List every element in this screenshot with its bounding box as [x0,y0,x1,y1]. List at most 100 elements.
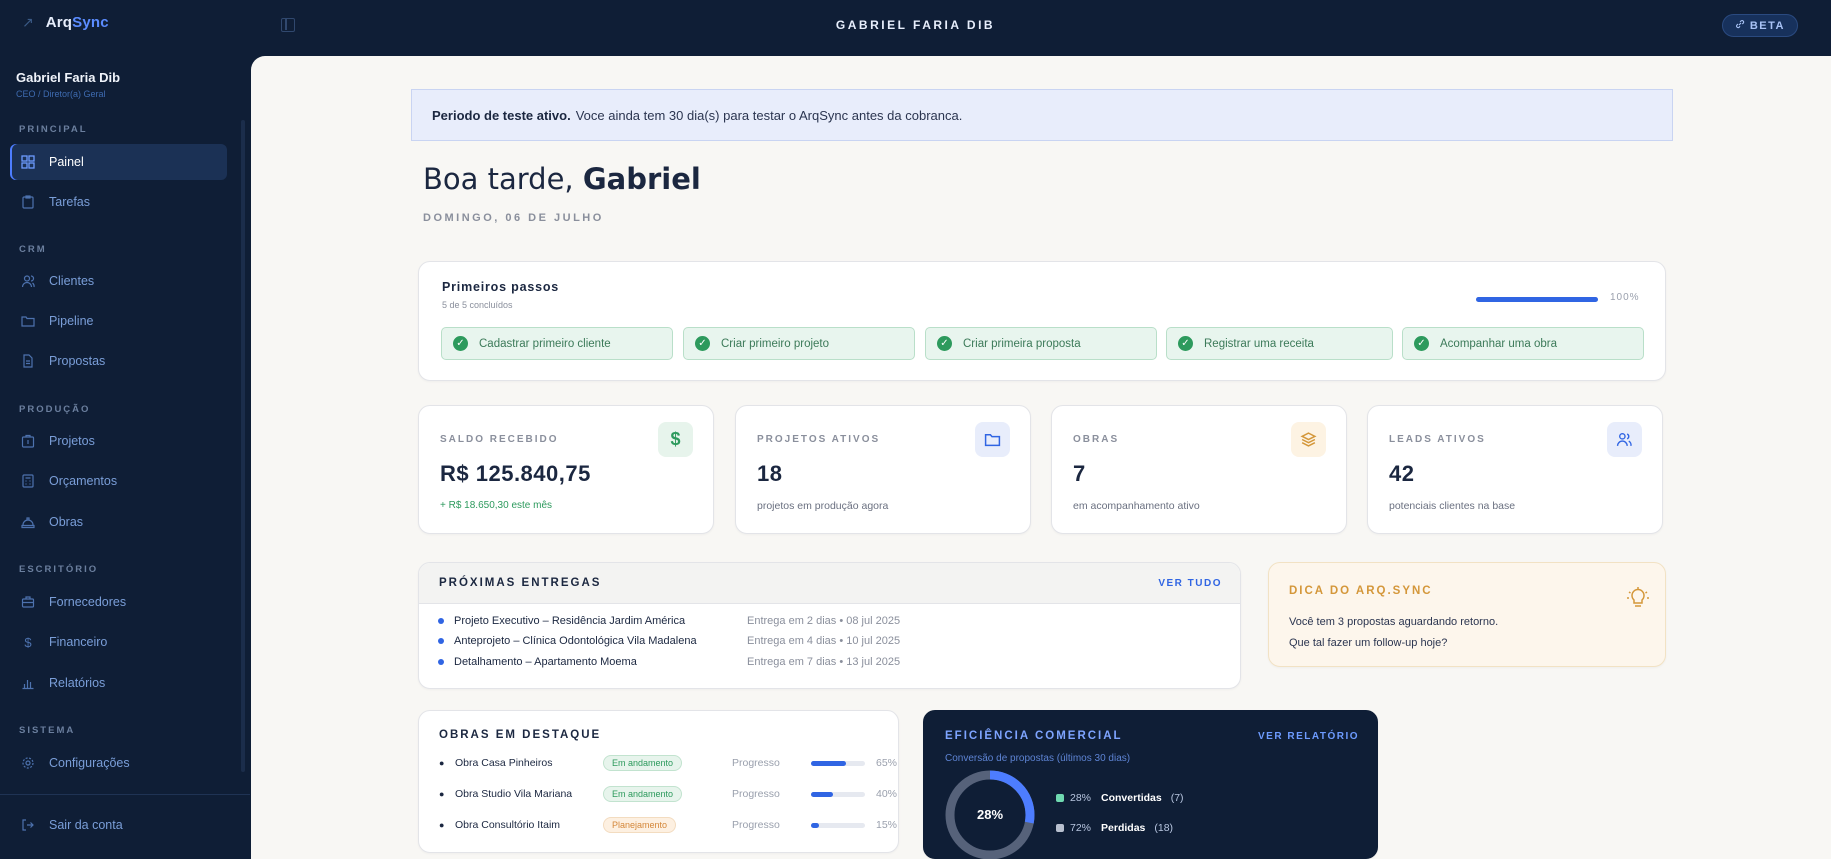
beta-badge[interactable]: BETA [1721,14,1798,37]
stat-card-projetos[interactable]: PROJETOS ATIVOS 18 projetos em produção … [735,405,1031,534]
tip-line: Você tem 3 propostas aguardando retorno. [1289,616,1499,628]
link-icon [1735,19,1745,32]
progress-fill [811,791,833,797]
onboarding-card: Primeiros passos 5 de 5 concluídos 100% … [418,261,1666,381]
legend-pct: 28% [1070,792,1092,804]
stat-sub: potenciais clientes na base [1389,500,1516,512]
check-icon: ✓ [1178,336,1193,351]
progress-value: 65% [876,757,898,769]
progress-fill [811,822,820,828]
legend-lost: 72% Perdidas (18) [1056,822,1173,834]
onboarding-step[interactable]: ✓ Cadastrar primeiro cliente [441,327,673,360]
sidebar-item-clientes[interactable]: Clientes [10,263,227,299]
stat-label: PROJETOS ATIVOS [757,434,881,445]
stat-card-saldo[interactable]: SALDO RECEBIDO R$ 125.840,75 + R$ 18.650… [418,405,714,534]
sidebar-item-label: Configurações [49,756,130,770]
bullet-dot [438,638,444,644]
hardhat-icon: ● [439,758,445,768]
sidebar-item-label: Fornecedores [49,595,127,609]
stat-value: 42 [1389,461,1415,486]
lightbulb-icon [1625,585,1651,616]
legend-pct: 72% [1070,822,1092,834]
folder-chart-icon [20,313,36,329]
work-name: Obra Consultório Itaim [455,819,561,831]
stat-value: 18 [757,461,783,486]
onboarding-step[interactable]: ✓ Criar primeiro projeto [683,327,915,360]
user-name: Gabriel Faria Dib [16,70,121,85]
beta-label: BETA [1749,19,1785,32]
efficiency-title: EFICIÊNCIA COMERCIAL [945,730,1123,742]
deliveries-title: PRÓXIMAS ENTREGAS [439,577,602,589]
clipboard-icon [20,194,36,210]
logout-button[interactable]: Sair da conta [10,807,227,843]
work-row[interactable]: ● Obra Casa Pinheiros Em andamento Progr… [439,754,897,772]
hardhat-icon [20,514,36,530]
bar-chart-icon [20,675,36,691]
sidebar-item-orcamentos[interactable]: Orçamentos [10,463,227,499]
logout-label: Sair da conta [49,818,123,832]
delivery-row[interactable]: Detalhamento – Apartamento Moema Entrega … [438,652,1228,672]
sidebar-item-obras[interactable]: Obras [10,504,227,540]
section-crm: CRM [19,244,47,255]
work-row[interactable]: ● Obra Consultório Itaim Planejamento Pr… [439,816,897,834]
delivery-row[interactable]: Projeto Executivo – Residência Jardim Am… [438,611,1228,631]
sidebar-item-pipeline[interactable]: Pipeline [10,303,227,339]
work-row[interactable]: ● Obra Studio Vila Mariana Em andamento … [439,785,897,803]
step-label: Registrar uma receita [1204,337,1314,350]
progress-value: 15% [876,819,898,831]
stat-label: LEADS ATIVOS [1389,434,1486,445]
top-bar: ↗ ArqSync GABRIEL FARIA DIB BETA [0,0,1831,52]
progress-value: 40% [876,788,898,800]
calculator-icon [20,473,36,489]
stat-card-leads[interactable]: LEADS ATIVOS 42 potenciais clientes na b… [1367,405,1663,534]
stat-value: 7 [1073,461,1086,486]
stat-sub: em acompanhamento ativo [1073,500,1200,512]
sidebar-item-configuracoes[interactable]: Configurações [10,745,227,781]
check-icon: ✓ [937,336,952,351]
check-icon: ✓ [453,336,468,351]
onboarding-step[interactable]: ✓ Registrar uma receita [1166,327,1393,360]
sidebar-scrollbar[interactable] [241,120,245,772]
sidebar-item-relatorios[interactable]: Relatórios [10,665,227,701]
layers-icon [1291,422,1326,457]
onboarding-title: Primeiros passos [442,280,560,294]
hardhat-icon: ● [439,789,445,799]
sidebar-divider [0,794,250,795]
tip-title: DICA DO ARQ.SYNC [1289,585,1433,597]
folder-icon [975,422,1010,457]
stat-card-obras[interactable]: OBRAS 7 em acompanhamento ativo [1051,405,1347,534]
progress-bar [811,791,865,797]
tip-line: Que tal fazer um follow-up hoje? [1289,637,1448,649]
sidebar-item-label: Pipeline [49,314,94,328]
sidebar-item-financeiro[interactable]: $ Financeiro [10,624,227,660]
delivery-project: Detalhamento – Apartamento Moema [454,656,637,668]
progress-label: Progresso [732,819,780,831]
briefcase-icon [20,594,36,610]
view-all-link[interactable]: VER TUDO [1158,578,1222,589]
sidebar-item-fornecedores[interactable]: Fornecedores [10,584,227,620]
view-report-link[interactable]: VER RELATÓRIO [1258,731,1359,742]
delivery-due: Entrega em 2 dias • 08 jul 2025 [747,615,901,627]
stat-sub: projetos em produção agora [757,500,889,512]
onboarding-progress-fill [1476,297,1598,302]
sidebar-item-painel[interactable]: Painel [10,144,227,180]
page-title: GABRIEL FARIA DIB [835,18,996,32]
section-principal: PRINCIPAL [19,124,88,135]
progress-bar [811,760,865,766]
onboarding-step[interactable]: ✓ Criar primeira proposta [925,327,1157,360]
sidebar-item-projetos[interactable]: Projetos [10,423,227,459]
greeting: Boa tarde, Gabriel [423,162,701,196]
status-badge: Planejamento [603,817,677,833]
onboarding-step[interactable]: ✓ Acompanhar uma obra [1402,327,1644,360]
sidebar-item-propostas[interactable]: Propostas [10,343,227,379]
section-producao: PRODUÇÃO [19,404,91,415]
greeting-name: Gabriel [582,162,701,196]
sidebar-item-tarefas[interactable]: Tarefas [10,184,227,220]
onboarding-progress-label: 100% [1610,292,1640,303]
legend-converted: 28% Convertidas (7) [1056,792,1184,804]
delivery-row[interactable]: Anteprojeto – Clínica Odontológica Vila … [438,631,1228,651]
stat-label: SALDO RECEBIDO [440,434,559,445]
grid-icon [20,154,36,170]
onboarding-progress-bar [1476,297,1598,302]
logout-icon [20,817,36,833]
